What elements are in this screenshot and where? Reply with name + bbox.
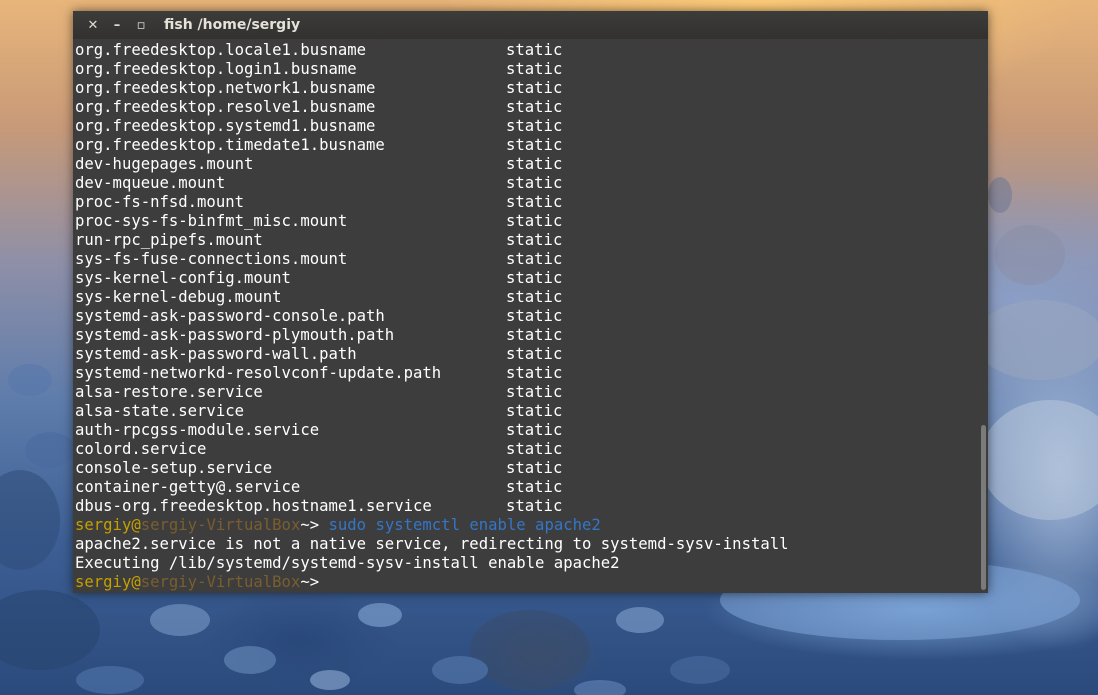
unit-name: sys-kernel-config.mount — [75, 269, 291, 287]
unit-row: auth-rpcgss-module.service static — [75, 421, 970, 440]
unit-name: sys-kernel-debug.mount — [75, 288, 282, 306]
prompt-path: ~ — [300, 516, 310, 534]
unit-row: systemd-ask-password-plymouth.path static — [75, 326, 970, 345]
unit-name: dev-hugepages.mount — [75, 155, 254, 173]
unit-row: alsa-restore.service static — [75, 383, 970, 402]
unit-name: org.freedesktop.network1.busname — [75, 79, 376, 97]
unit-state: static — [506, 193, 563, 211]
unit-row: org.freedesktop.login1.busname static — [75, 60, 970, 79]
unit-row: run-rpc_pipefs.mount static — [75, 231, 970, 250]
unit-name: colord.service — [75, 440, 207, 458]
unit-name: run-rpc_pipefs.mount — [75, 231, 263, 249]
prompt-symbol: > — [309, 573, 329, 591]
unit-row: systemd-ask-password-console.path static — [75, 307, 970, 326]
unit-state: static — [506, 497, 563, 515]
unit-state: static — [506, 117, 563, 135]
terminal-window[interactable]: ✕ – ▫ fish /home/sergiy org.freedesktop.… — [73, 11, 988, 593]
unit-name: proc-fs-nfsd.mount — [75, 193, 244, 211]
unit-name: org.freedesktop.login1.busname — [75, 60, 357, 78]
unit-name: org.freedesktop.locale1.busname — [75, 41, 367, 59]
unit-state: static — [506, 41, 563, 59]
unit-row: dev-hugepages.mount static — [75, 155, 970, 174]
unit-state: static — [506, 155, 563, 173]
terminal-output[interactable]: org.freedesktop.locale1.busname static org… — [75, 41, 970, 591]
prompt-host: sergiy-VirtualBox — [140, 516, 301, 534]
unit-state: static — [506, 345, 563, 363]
unit-name: alsa-restore.service — [75, 383, 263, 401]
unit-name: systemd-ask-password-plymouth.path — [75, 326, 395, 344]
prompt-symbol: > — [309, 516, 329, 534]
maximize-button[interactable]: ▫ — [130, 14, 152, 36]
entered-command: sudo systemctl enable apache2 — [328, 516, 601, 534]
unit-row: sys-kernel-debug.mount static — [75, 288, 970, 307]
unit-row: container-getty@.service static — [75, 478, 970, 497]
prompt-line-current[interactable]: sergiy@sergiy-VirtualBox~> — [75, 573, 970, 591]
unit-state: static — [506, 60, 563, 78]
unit-name: dev-mqueue.mount — [75, 174, 226, 192]
unit-state: static — [506, 326, 563, 344]
scrollbar[interactable] — [981, 425, 986, 590]
unit-row: org.freedesktop.locale1.busname static — [75, 41, 970, 60]
unit-name: container-getty@.service — [75, 478, 301, 496]
close-button[interactable]: ✕ — [82, 14, 104, 36]
prompt-at: @ — [131, 516, 141, 534]
unit-name: proc-sys-fs-binfmt_misc.mount — [75, 212, 348, 230]
unit-name: sys-fs-fuse-connections.mount — [75, 250, 348, 268]
unit-state: static — [506, 478, 563, 496]
unit-name: systemd-networkd-resolvconf-update.path — [75, 364, 442, 382]
unit-state: static — [506, 79, 563, 97]
prompt-host: sergiy-VirtualBox — [140, 573, 301, 591]
unit-name: org.freedesktop.timedate1.busname — [75, 136, 385, 154]
unit-state: static — [506, 288, 563, 306]
prompt-at: @ — [131, 573, 141, 591]
unit-name: systemd-ask-password-console.path — [75, 307, 385, 325]
prompt-user: sergiy — [75, 516, 132, 534]
unit-row: proc-fs-nfsd.mount static — [75, 193, 970, 212]
unit-name: auth-rpcgss-module.service — [75, 421, 320, 439]
unit-state: static — [506, 402, 563, 420]
prompt-user: sergiy — [75, 573, 132, 591]
unit-row: sys-fs-fuse-connections.mount static — [75, 250, 970, 269]
unit-state: static — [506, 421, 563, 439]
prompt-line-command: sergiy@sergiy-VirtualBox~> sudo systemct… — [75, 516, 970, 535]
unit-state: static — [506, 307, 563, 325]
unit-state: static — [506, 383, 563, 401]
unit-row: systemd-networkd-resolvconf-update.path s… — [75, 364, 970, 383]
unit-row: colord.service static — [75, 440, 970, 459]
unit-name: alsa-state.service — [75, 402, 244, 420]
unit-name: console-setup.service — [75, 459, 273, 477]
unit-row: systemd-ask-password-wall.path static — [75, 345, 970, 364]
unit-state: static — [506, 364, 563, 382]
unit-name: systemd-ask-password-wall.path — [75, 345, 357, 363]
unit-row: console-setup.service static — [75, 459, 970, 478]
unit-row: proc-sys-fs-binfmt_misc.mount static — [75, 212, 970, 231]
title-bar[interactable]: ✕ – ▫ fish /home/sergiy — [73, 11, 988, 39]
unit-name: dbus-org.freedesktop.hostname1.service — [75, 497, 432, 515]
output-line: apache2.service is not a native service,… — [75, 535, 789, 553]
unit-state: static — [506, 98, 563, 116]
minimize-button[interactable]: – — [106, 14, 128, 36]
unit-row: dev-mqueue.mount static — [75, 174, 970, 193]
unit-state: static — [506, 269, 563, 287]
prompt-path: ~ — [300, 573, 310, 591]
output-line: Executing /lib/systemd/systemd-sysv-inst… — [75, 554, 620, 572]
unit-name: org.freedesktop.systemd1.busname — [75, 117, 376, 135]
window-title: fish /home/sergiy — [164, 17, 301, 33]
unit-row: org.freedesktop.resolve1.busname static — [75, 98, 970, 117]
unit-row: dbus-org.freedesktop.hostname1.service st… — [75, 497, 970, 516]
unit-row: alsa-state.service static — [75, 402, 970, 421]
unit-state: static — [506, 212, 563, 230]
unit-state: static — [506, 136, 563, 154]
unit-row: org.freedesktop.timedate1.busname static — [75, 136, 970, 155]
unit-row: org.freedesktop.systemd1.busname static — [75, 117, 970, 136]
unit-state: static — [506, 440, 563, 458]
unit-state: static — [506, 250, 563, 268]
unit-row: sys-kernel-config.mount static — [75, 269, 970, 288]
unit-state: static — [506, 174, 563, 192]
unit-row: org.freedesktop.network1.busname static — [75, 79, 970, 98]
unit-state: static — [506, 231, 563, 249]
unit-state: static — [506, 459, 563, 477]
unit-name: org.freedesktop.resolve1.busname — [75, 98, 376, 116]
